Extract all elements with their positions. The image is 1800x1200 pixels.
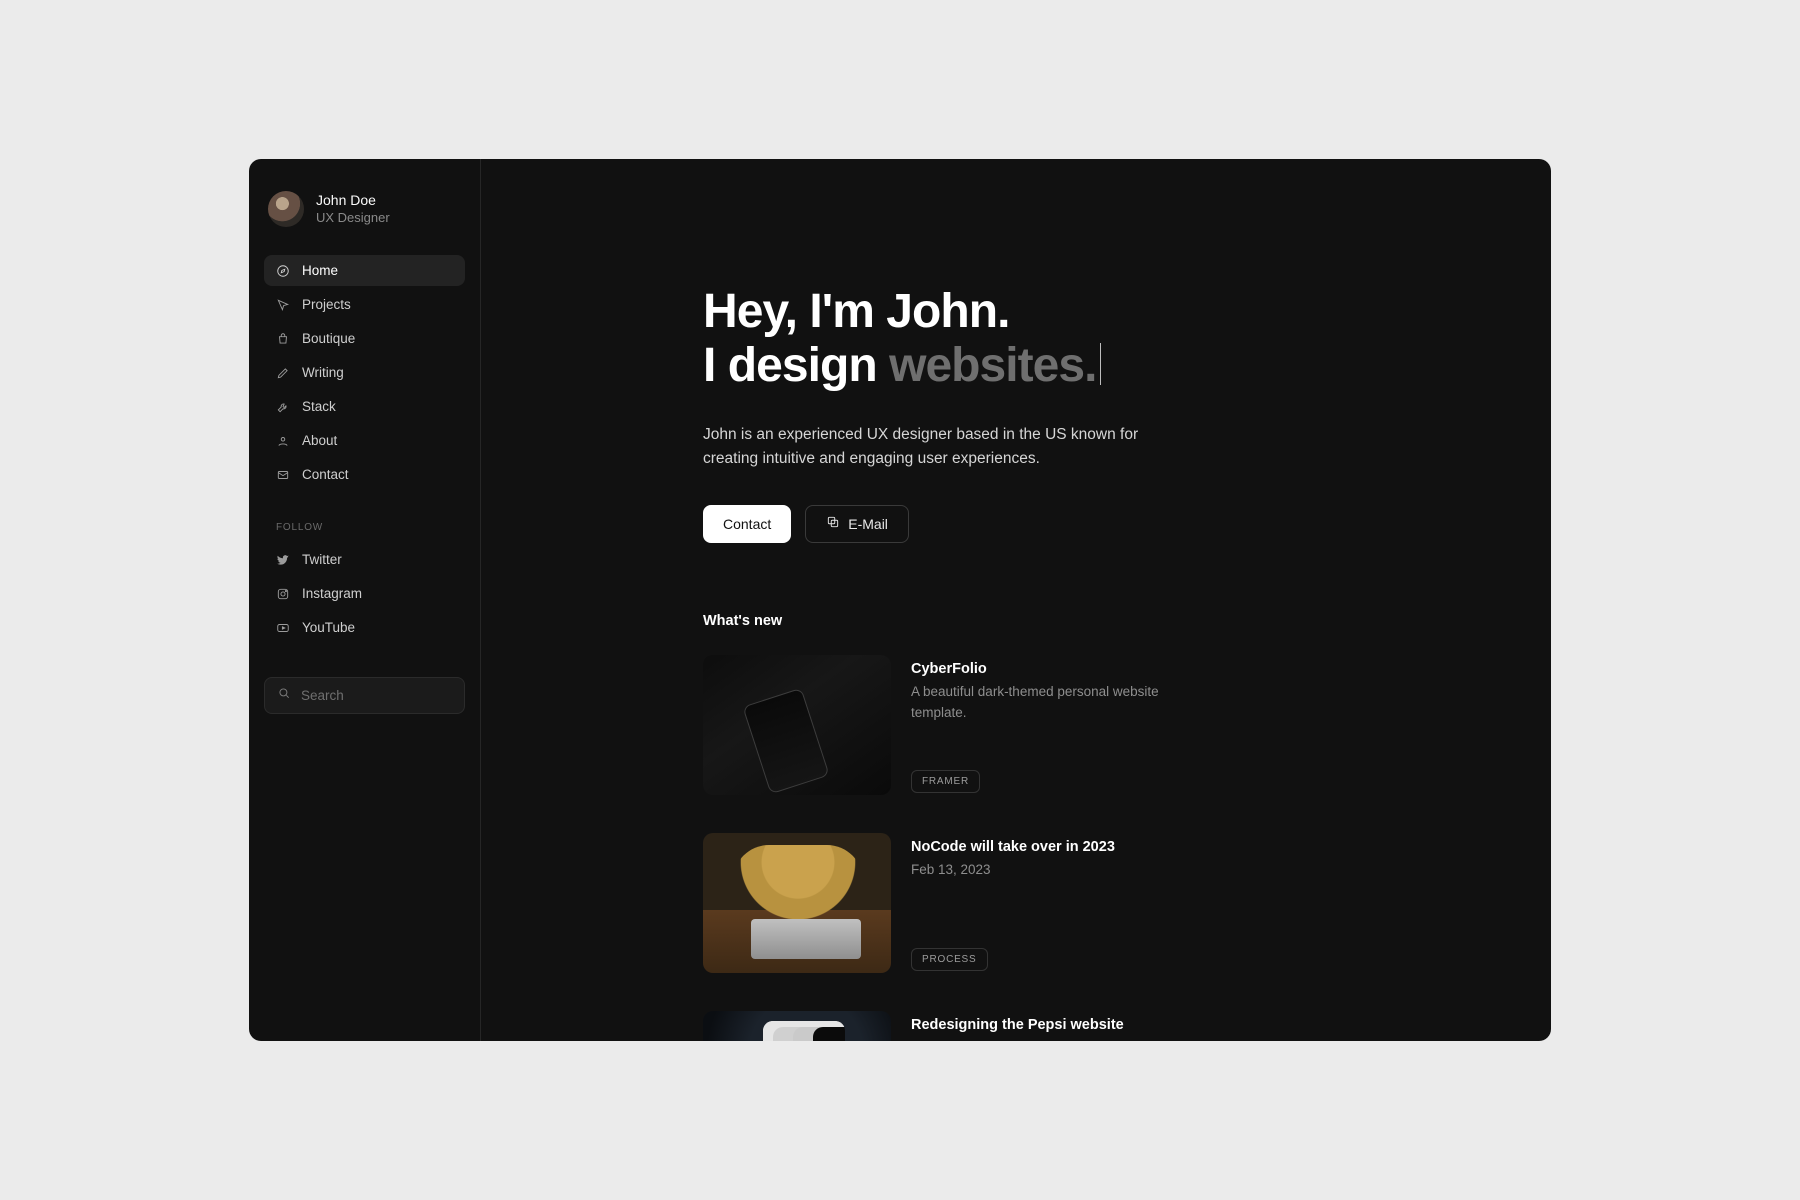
instagram-icon (276, 587, 290, 601)
list-item[interactable]: NoCode will take over in 2023 Feb 13, 20… (703, 833, 1491, 973)
sidebar-item-label: Boutique (302, 331, 355, 346)
search-icon (277, 686, 291, 705)
sidebar-item-writing[interactable]: Writing (264, 357, 465, 388)
button-label: Contact (723, 516, 771, 532)
main-content: Hey, I'm John. I design websites. John i… (481, 159, 1551, 1041)
sidebar-item-projects[interactable]: Projects (264, 289, 465, 320)
follow-header: FOLLOW (264, 518, 465, 541)
card-thumbnail (703, 655, 891, 795)
profile-name: John Doe (316, 191, 390, 209)
follow-nav: FOLLOW Twitter Instagram YouTube (264, 518, 465, 643)
copy-icon (826, 515, 840, 532)
sidebar-item-stack[interactable]: Stack (264, 391, 465, 422)
sidebar-item-label: Stack (302, 399, 336, 414)
hero-subtitle: John is an experienced UX designer based… (703, 423, 1183, 471)
sidebar-item-home[interactable]: Home (264, 255, 465, 286)
card-desc: Pepsi (911, 1038, 1124, 1041)
email-button[interactable]: E-Mail (805, 505, 909, 543)
sidebar-item-contact[interactable]: Contact (264, 459, 465, 490)
wrench-icon (276, 400, 290, 414)
sidebar: John Doe UX Designer Home Projects (249, 159, 481, 1041)
sidebar-item-label: Instagram (302, 586, 362, 601)
sidebar-item-label: Home (302, 263, 338, 278)
compass-icon (276, 264, 290, 278)
whats-new-section: What's new CyberFolio A beautiful dark-t… (703, 613, 1491, 1041)
sidebar-item-youtube[interactable]: YouTube (264, 612, 465, 643)
whats-new-list: CyberFolio A beautiful dark-themed perso… (703, 655, 1491, 1041)
card-thumbnail (703, 1011, 891, 1041)
bag-icon (276, 332, 290, 346)
sidebar-item-label: Writing (302, 365, 344, 380)
sidebar-item-about[interactable]: About (264, 425, 465, 456)
button-label: E-Mail (848, 516, 888, 532)
section-title: What's new (703, 613, 1491, 629)
search-box[interactable] (264, 677, 465, 714)
sidebar-item-label: About (302, 433, 337, 448)
hero-actions: Contact E-Mail (703, 505, 1491, 543)
avatar (268, 191, 304, 227)
profile-role: UX Designer (316, 210, 390, 227)
search-input[interactable] (301, 688, 452, 703)
card-desc: A beautiful dark-themed personal website… (911, 682, 1191, 723)
hero-title: Hey, I'm John. I design websites. (703, 285, 1491, 393)
sidebar-item-twitter[interactable]: Twitter (264, 544, 465, 575)
card-tag: PROCESS (911, 948, 988, 971)
card-thumbnail (703, 833, 891, 973)
contact-button[interactable]: Contact (703, 505, 791, 543)
primary-nav: Home Projects Boutique Writing (264, 255, 465, 490)
sidebar-item-label: YouTube (302, 620, 355, 635)
sidebar-item-label: Projects (302, 297, 351, 312)
card-desc: Feb 13, 2023 (911, 860, 1115, 880)
twitter-icon (276, 553, 290, 567)
sidebar-item-label: Twitter (302, 552, 342, 567)
hero-line2-prefix: I design (703, 339, 889, 392)
pointer-icon (276, 298, 290, 312)
typing-cursor (1100, 343, 1101, 385)
app-window: John Doe UX Designer Home Projects (249, 159, 1551, 1041)
card-tag: FRAMER (911, 770, 980, 793)
youtube-icon (276, 621, 290, 635)
card-title: NoCode will take over in 2023 (911, 837, 1115, 859)
card-title: Redesigning the Pepsi website (911, 1015, 1124, 1037)
profile-block[interactable]: John Doe UX Designer (264, 191, 465, 227)
pencil-icon (276, 366, 290, 380)
hero-line1: Hey, I'm John. (703, 285, 1009, 338)
card-title: CyberFolio (911, 659, 1191, 681)
sidebar-item-instagram[interactable]: Instagram (264, 578, 465, 609)
sidebar-item-label: Contact (302, 467, 349, 482)
user-icon (276, 434, 290, 448)
hero-line2-accent: websites. (889, 339, 1096, 392)
list-item[interactable]: CyberFolio A beautiful dark-themed perso… (703, 655, 1491, 795)
mail-icon (276, 468, 290, 482)
sidebar-item-boutique[interactable]: Boutique (264, 323, 465, 354)
list-item[interactable]: Redesigning the Pepsi website Pepsi (703, 1011, 1491, 1041)
